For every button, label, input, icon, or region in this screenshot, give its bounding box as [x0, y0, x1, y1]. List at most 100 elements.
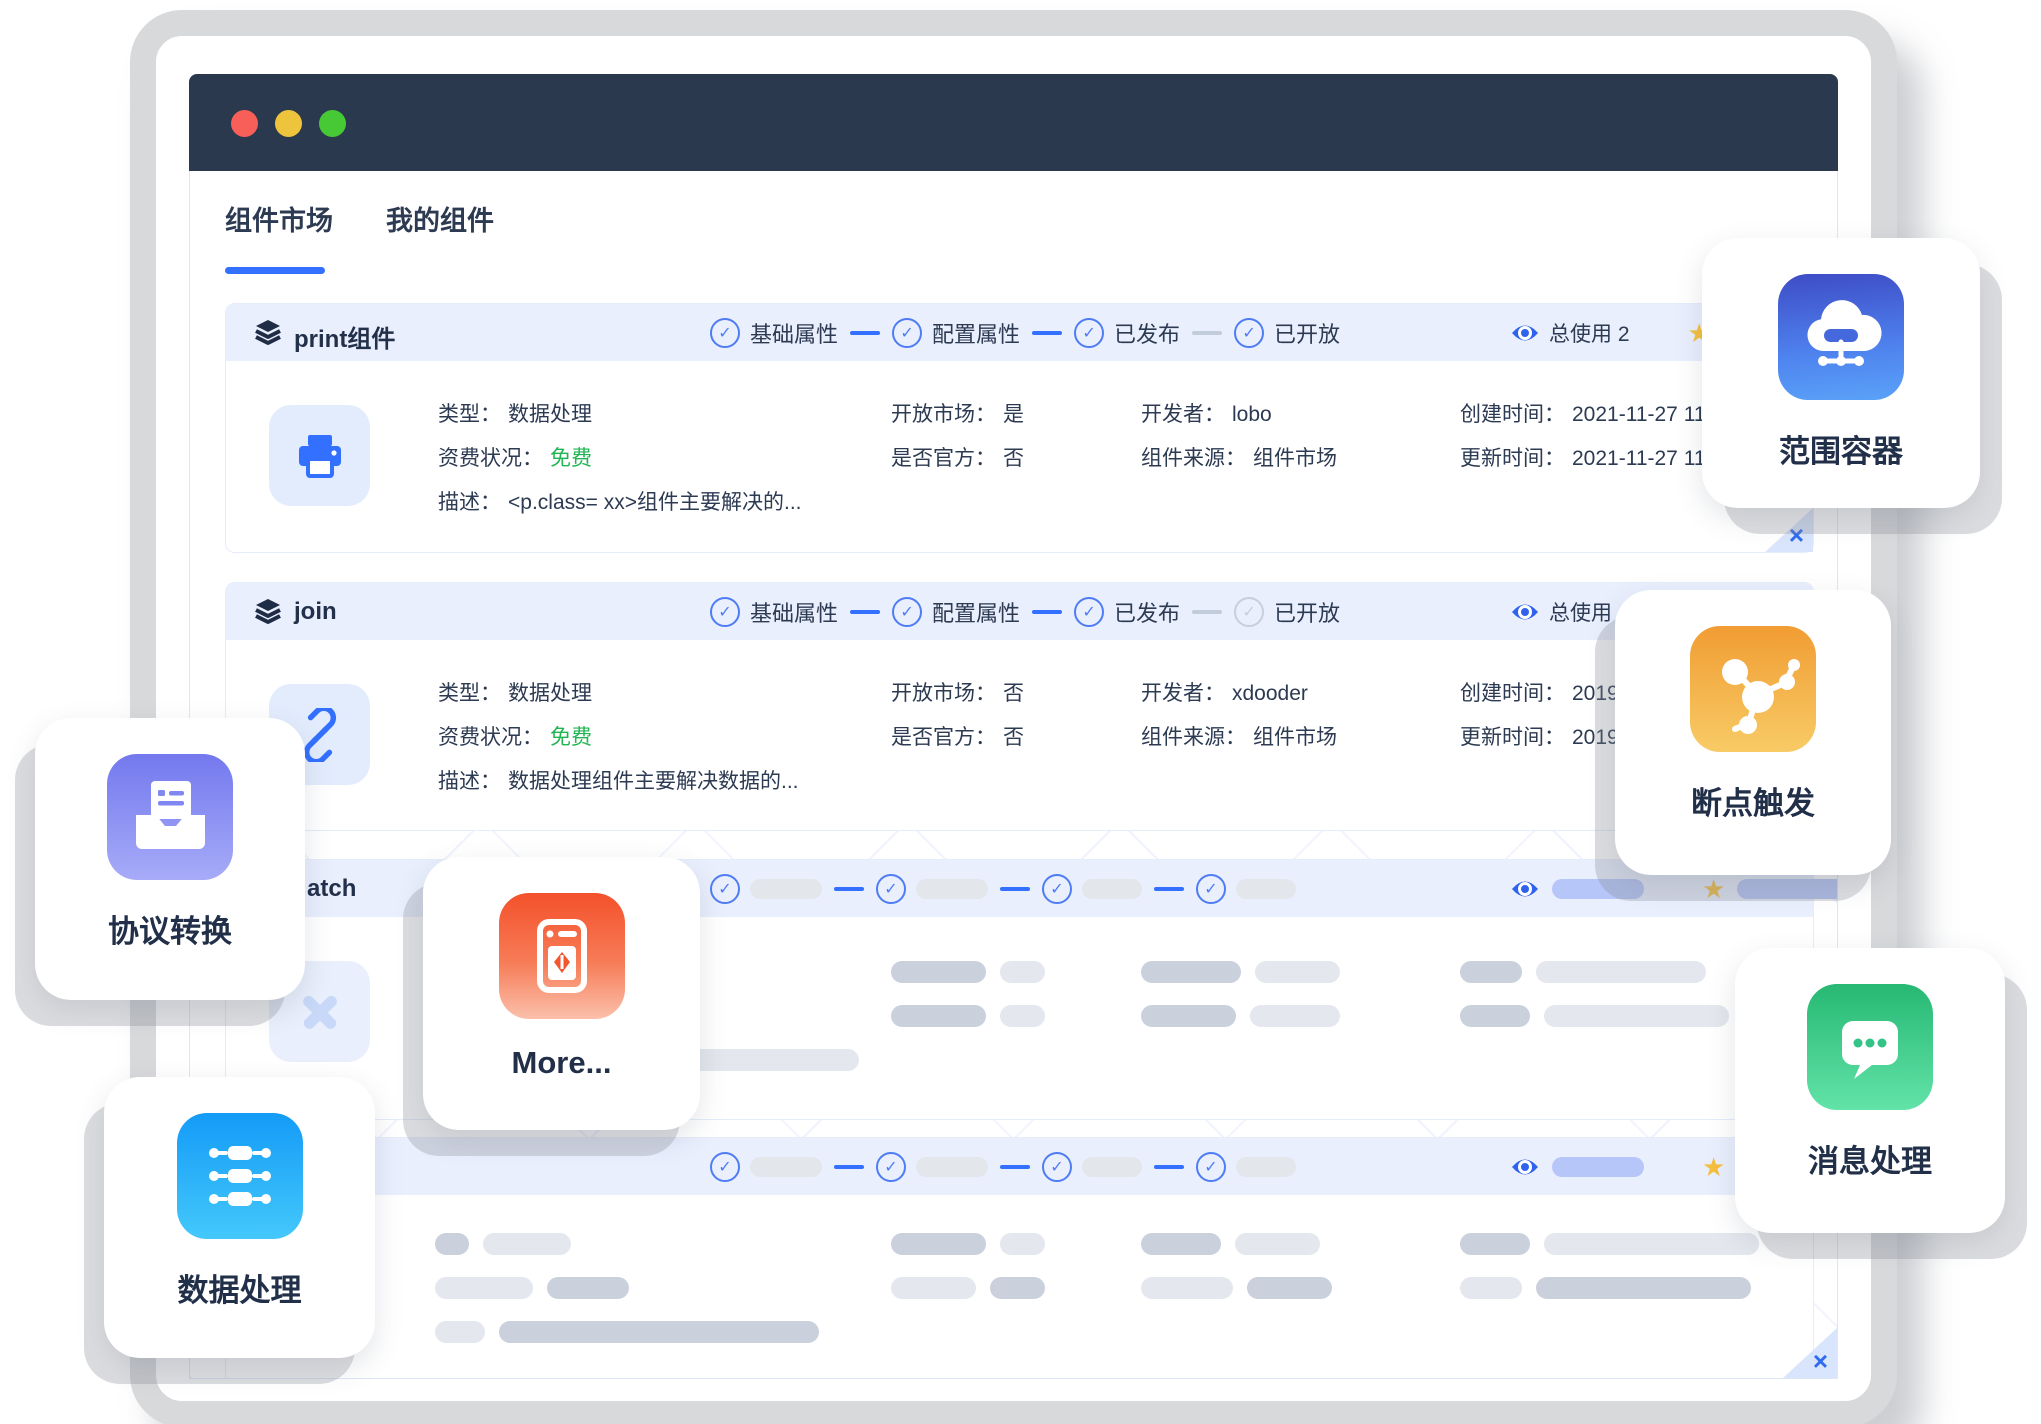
eye-icon	[1510, 321, 1540, 345]
step-connector	[834, 887, 864, 891]
component-name-fragment: atch	[307, 875, 356, 903]
status-steps: ✓基础属性 ✓配置属性 ✓已发布 ✓已开放	[710, 583, 1340, 640]
skeleton-pill	[916, 1157, 988, 1177]
step-connector	[1154, 1165, 1184, 1169]
component-name: join	[294, 598, 337, 626]
window-titlebar	[189, 74, 1838, 171]
skeleton-pill	[1552, 879, 1644, 899]
status-steps-skeleton: ✓ ✓ ✓ ✓	[710, 860, 1296, 917]
skeleton-pill	[1082, 1157, 1142, 1177]
field-developer: 开发者：lobo	[1141, 398, 1272, 428]
check-icon: ✓	[1196, 1152, 1226, 1182]
close-icon[interactable]: ×	[1789, 522, 1804, 548]
field-official: 是否官方：否	[891, 442, 1024, 472]
skeleton-bar	[435, 1277, 533, 1299]
star-icon: ★	[1702, 1154, 1725, 1180]
skeleton-bar	[1000, 1005, 1045, 1027]
check-icon: ✓	[710, 318, 740, 348]
field-open-market: 开放市场：否	[891, 677, 1024, 707]
component-card-print[interactable]: print组件 ✓基础属性 ✓配置属性 ✓已发布 ✓已开放 总使用 2 ★	[225, 303, 1814, 553]
field-updated: 更新时间：2019-1	[1460, 721, 1637, 751]
step-connector	[850, 610, 880, 614]
check-icon: ✓	[876, 874, 906, 904]
field-official: 是否官方：否	[891, 721, 1024, 751]
card-header: print组件 ✓基础属性 ✓配置属性 ✓已发布 ✓已开放 总使用 2 ★	[226, 304, 1813, 361]
component-card-join[interactable]: join ✓基础属性 ✓配置属性 ✓已发布 ✓已开放 总使用 6 ★	[225, 582, 1814, 831]
floating-card-breakpoint-trigger[interactable]: 断点触发	[1615, 590, 1891, 875]
check-icon: ✓	[1042, 1152, 1072, 1182]
eye-icon	[1510, 1155, 1540, 1179]
skeleton-bar	[1255, 961, 1340, 983]
step-connector	[1000, 1165, 1030, 1169]
tab-my-components[interactable]: 我的组件	[386, 199, 494, 238]
floating-card-label: More...	[512, 1045, 612, 1081]
floating-card-data-processing[interactable]: 数据处理	[104, 1077, 375, 1358]
step-connector	[1192, 610, 1222, 614]
skeleton-pill	[1236, 1157, 1296, 1177]
component-card-skeleton-2[interactable]: ✓ ✓ ✓ ✓ ★	[225, 1137, 1814, 1379]
step-label: 已开放	[1274, 317, 1340, 349]
field-fee: 资费状况：免费	[438, 721, 592, 751]
step-connector	[850, 331, 880, 335]
skeleton-bar	[891, 1277, 976, 1299]
skeleton-bar	[1247, 1277, 1332, 1299]
card-body: 类型：数据处理 资费状况：免费 描述：<p.class= xx>组件主要解决的.…	[226, 361, 1813, 552]
floating-card-protocol-convert[interactable]: 协议转换	[35, 718, 305, 1000]
close-icon[interactable]: ×	[1813, 1348, 1828, 1374]
skeleton-bar	[1460, 961, 1522, 983]
check-icon: ✓	[892, 597, 922, 627]
maximize-window-icon[interactable]	[319, 110, 346, 137]
skeleton-pill	[1082, 879, 1142, 899]
field-source: 组件来源：组件市场	[1141, 721, 1337, 751]
tab-component-market[interactable]: 组件市场	[225, 199, 333, 238]
skeleton-pill	[1236, 879, 1296, 899]
molecule-icon	[1690, 626, 1816, 752]
skeleton-bar	[1460, 1005, 1530, 1027]
step-connector	[1000, 887, 1030, 891]
step-connector	[1032, 331, 1062, 335]
check-icon: ✓	[710, 874, 740, 904]
star-icon: ★	[1702, 876, 1725, 902]
step-connector	[834, 1165, 864, 1169]
skeleton-bar	[1536, 1277, 1751, 1299]
minimize-window-icon[interactable]	[275, 110, 302, 137]
content-close-fold[interactable]: ×	[1783, 1328, 1837, 1378]
inbox-icon	[107, 754, 233, 880]
check-icon: ✓	[1234, 318, 1264, 348]
check-icon: ✓	[1074, 318, 1104, 348]
skeleton-bar	[1235, 1233, 1320, 1255]
skeleton-bar	[499, 1321, 819, 1343]
floating-card-more[interactable]: More...	[423, 857, 700, 1130]
check-icon: ✓	[876, 1152, 906, 1182]
skeleton-bar	[1250, 1005, 1340, 1027]
skeleton-bar	[1544, 1005, 1729, 1027]
step-label: 已发布	[1114, 596, 1180, 628]
field-type: 类型：数据处理	[438, 398, 592, 428]
skeleton-bar	[1460, 1277, 1522, 1299]
skeleton-bar	[435, 1233, 469, 1255]
close-window-icon[interactable]	[231, 110, 258, 137]
main-content: 组件市场 我的组件 print组件 ✓基础属性 ✓配置属性 ✓已发布	[189, 171, 1838, 1379]
card-header: join ✓基础属性 ✓配置属性 ✓已发布 ✓已开放 总使用 6 ★	[226, 583, 1813, 640]
skeleton-bar	[891, 1005, 986, 1027]
skeleton-bar	[990, 1277, 1045, 1299]
card-close-fold[interactable]: ×	[1765, 508, 1813, 552]
floating-card-message-processing[interactable]: 消息处理	[1735, 948, 2005, 1233]
skeleton-bar	[1460, 1233, 1530, 1255]
eye-icon	[1510, 600, 1540, 624]
screenshot-canvas: 组件市场 我的组件 print组件 ✓基础属性 ✓配置属性 ✓已发布	[0, 0, 2041, 1424]
check-icon: ✓	[1042, 874, 1072, 904]
chat-bubble-icon	[1807, 984, 1933, 1110]
skeleton-bar	[483, 1233, 571, 1255]
step-label: 基础属性	[750, 317, 838, 349]
skeleton-bar	[547, 1277, 629, 1299]
eye-icon	[1510, 877, 1540, 901]
step-connector	[1032, 610, 1062, 614]
floating-card-scope-container[interactable]: 范围容器	[1702, 238, 1980, 508]
floating-card-label: 协议转换	[108, 906, 232, 951]
step-label: 配置属性	[932, 596, 1020, 628]
layers-icon	[254, 597, 282, 630]
check-icon: ✓	[1234, 597, 1264, 627]
data-flow-icon	[177, 1113, 303, 1239]
skeleton-bar	[1141, 1233, 1221, 1255]
